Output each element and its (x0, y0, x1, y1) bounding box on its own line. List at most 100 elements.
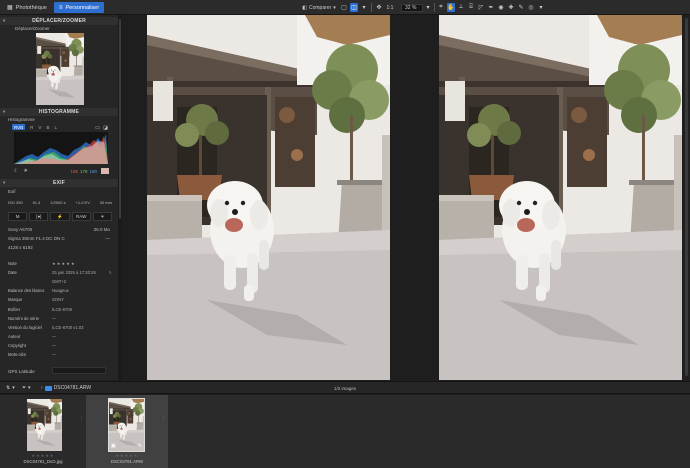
shutter: 1/2000 s (50, 200, 66, 205)
exif-icon-row: M [●] ⚡ RAW ☀ (8, 212, 113, 221)
filmstrip-item-selected[interactable]: ▣ ✎ ⋮ ★★★★★ DSC04781.ARW (86, 395, 168, 468)
metadata-key: Copyright (8, 342, 26, 348)
sun-icon[interactable]: ☀ (23, 168, 27, 174)
more-icon[interactable]: ⋮ (79, 417, 84, 422)
metadata-key: Marque (8, 297, 23, 303)
horizon-icon[interactable]: ◸ (477, 3, 485, 12)
tab-customize[interactable]: ≡ Personnaliser (54, 2, 105, 13)
metadata-row: Balance des blancs Nuageux (8, 288, 112, 295)
more-icon[interactable]: ⋮ (161, 417, 166, 422)
clipping-icon[interactable]: ◪ (103, 125, 108, 131)
collapse-icon: ▾ (3, 18, 6, 23)
rating-stars[interactable]: ★★★★★ (86, 453, 168, 458)
crop-tool-icon[interactable]: ⌸ (467, 3, 475, 12)
chevron-down-icon[interactable]: ▾ (424, 3, 432, 12)
lens-value: — (105, 236, 111, 241)
metadata-row: GMT+2 (8, 279, 112, 286)
zoom-value: 32 % (405, 4, 417, 11)
viewer-before-image[interactable] (147, 15, 390, 380)
viewer-scrollbar[interactable] (683, 15, 690, 380)
fit-icon[interactable]: ✥ (375, 3, 383, 12)
eyedropper-icon[interactable]: ✒ (487, 3, 495, 12)
channel-r[interactable]: R (30, 125, 33, 130)
metadata-value: ILCE-6700 v1.03 (52, 324, 84, 330)
compare-button[interactable]: ◧ Comparer ▾ (300, 3, 338, 12)
tab-customize-label: Personnaliser (65, 4, 100, 11)
metadata-row: Numéro de série — (8, 316, 112, 323)
metadata-row: Auteur — (8, 334, 112, 341)
navigator-header[interactable]: ▾ DÉPLACER/ZOOMER (0, 17, 118, 25)
metadata-key: Note (8, 261, 17, 266)
metadata-value: — (52, 333, 57, 339)
metadata-key: Date (8, 270, 17, 276)
navigator-thumbnail[interactable] (36, 33, 84, 105)
divider (371, 3, 372, 12)
rating-stars[interactable]: ★★★★★ (0, 453, 86, 458)
rating-stars[interactable]: ★★★★★ (52, 261, 76, 266)
metadata-row: Boîtier ILCE-6700 (8, 307, 112, 314)
iso: ISO 250 (8, 200, 23, 205)
zoom-1to1-button[interactable]: 1:1 (384, 3, 396, 12)
exif-header[interactable]: ▾ EXIF (0, 179, 118, 187)
sliders-icon: ≡ (59, 4, 63, 11)
single-view-icon[interactable]: ▢ (340, 3, 348, 12)
filmstrip-item[interactable]: ⋮ ★★★★★ DSC04781_DxO.jpg (0, 395, 86, 468)
metadata-row: Marque SONY (8, 297, 112, 304)
scrollbar-thumb[interactable] (119, 19, 121, 219)
metadata-value: — (52, 352, 57, 357)
value-r: 195 (70, 168, 78, 174)
scrollbar-thumb[interactable] (685, 18, 688, 376)
lens-model: Sigma 30mm F1.4 DC DN C (8, 236, 65, 241)
channel-v[interactable]: V (38, 125, 41, 130)
split-view-icon[interactable]: ◫ (350, 3, 358, 12)
metadata-value: ILCE-6700 (52, 306, 73, 312)
metadata-key: Auteur (8, 333, 21, 339)
aperture: f/1.4 (32, 200, 41, 205)
monitor-icon[interactable]: ▭ (95, 125, 100, 131)
chevron-down-icon[interactable]: ▾ (537, 3, 545, 12)
top-bar: ▦ Photothèque ≡ Personnaliser ◧ Comparer… (0, 0, 690, 15)
tab-library-label: Photothèque (15, 4, 47, 11)
tab-library[interactable]: ▦ Photothèque (2, 2, 52, 13)
metering-icon: [●] (29, 212, 49, 221)
move-tool-icon[interactable]: ✋ (447, 3, 455, 12)
metadata-value: SONY (52, 297, 64, 303)
megapixels: 26.0 Mo (93, 227, 110, 232)
thumbnail-image[interactable]: ▣ ✎ (108, 398, 145, 452)
exposure: +1.0 EV (75, 200, 90, 205)
chevron-down-icon: ▾ (333, 4, 336, 11)
crop-icon[interactable]: ⌗ (437, 3, 445, 12)
repair-icon[interactable]: ✚ (507, 3, 515, 12)
raw-label: RAW (71, 212, 91, 221)
metadata-row: Version du logiciel ILCE-6700 v1.03 (8, 325, 112, 332)
gps-latitude-field[interactable] (52, 367, 106, 374)
channel-b[interactable]: B (46, 125, 49, 130)
histogram-values: 195 178 180 (70, 168, 109, 174)
flash-icon: ⚡ (50, 212, 70, 221)
settings-icon: ✎ (137, 443, 142, 449)
gps-label: GPS Latitude (8, 369, 35, 374)
thumbnail-image[interactable] (27, 399, 62, 451)
exif-title: EXIF (53, 180, 65, 186)
split-view-dropdown-icon[interactable]: ▾ (360, 3, 368, 12)
value-b: 180 (89, 168, 97, 174)
viewer-after-image[interactable] (439, 15, 682, 380)
divider (434, 3, 435, 12)
brush-icon[interactable]: ✎ (517, 3, 525, 12)
edit-icon[interactable]: ✎ (108, 270, 112, 275)
navigator-title: DÉPLACER/ZOOMER (32, 18, 86, 24)
eye-icon[interactable]: ◎ (527, 3, 535, 12)
focal-length: 30 mm (99, 200, 112, 205)
moon-icon[interactable]: ☾ (14, 168, 18, 174)
thumbnail-name: DSC04781_DxO.jpg (23, 459, 63, 464)
channel-l[interactable]: L (54, 125, 57, 130)
channel-rgb[interactable]: RVB (12, 124, 26, 130)
histogram-header[interactable]: ▾ HISTOGRAMME (0, 108, 118, 116)
metadata-row: Note ★★★★★ (8, 261, 112, 268)
filmstrip-toolbar: ⇅ ▾ ⏷ ▾ › DSC04781.ARW 1/2 images (0, 381, 690, 394)
navigator-sub-label: Déplacer/Zoomer (15, 26, 50, 31)
red-eye-icon[interactable]: ◉ (497, 3, 505, 12)
straighten-icon[interactable]: ⟂ (457, 3, 465, 12)
histogram-channels: RVB R V B L (12, 124, 57, 130)
zoom-select[interactable]: 32 % (401, 3, 423, 12)
